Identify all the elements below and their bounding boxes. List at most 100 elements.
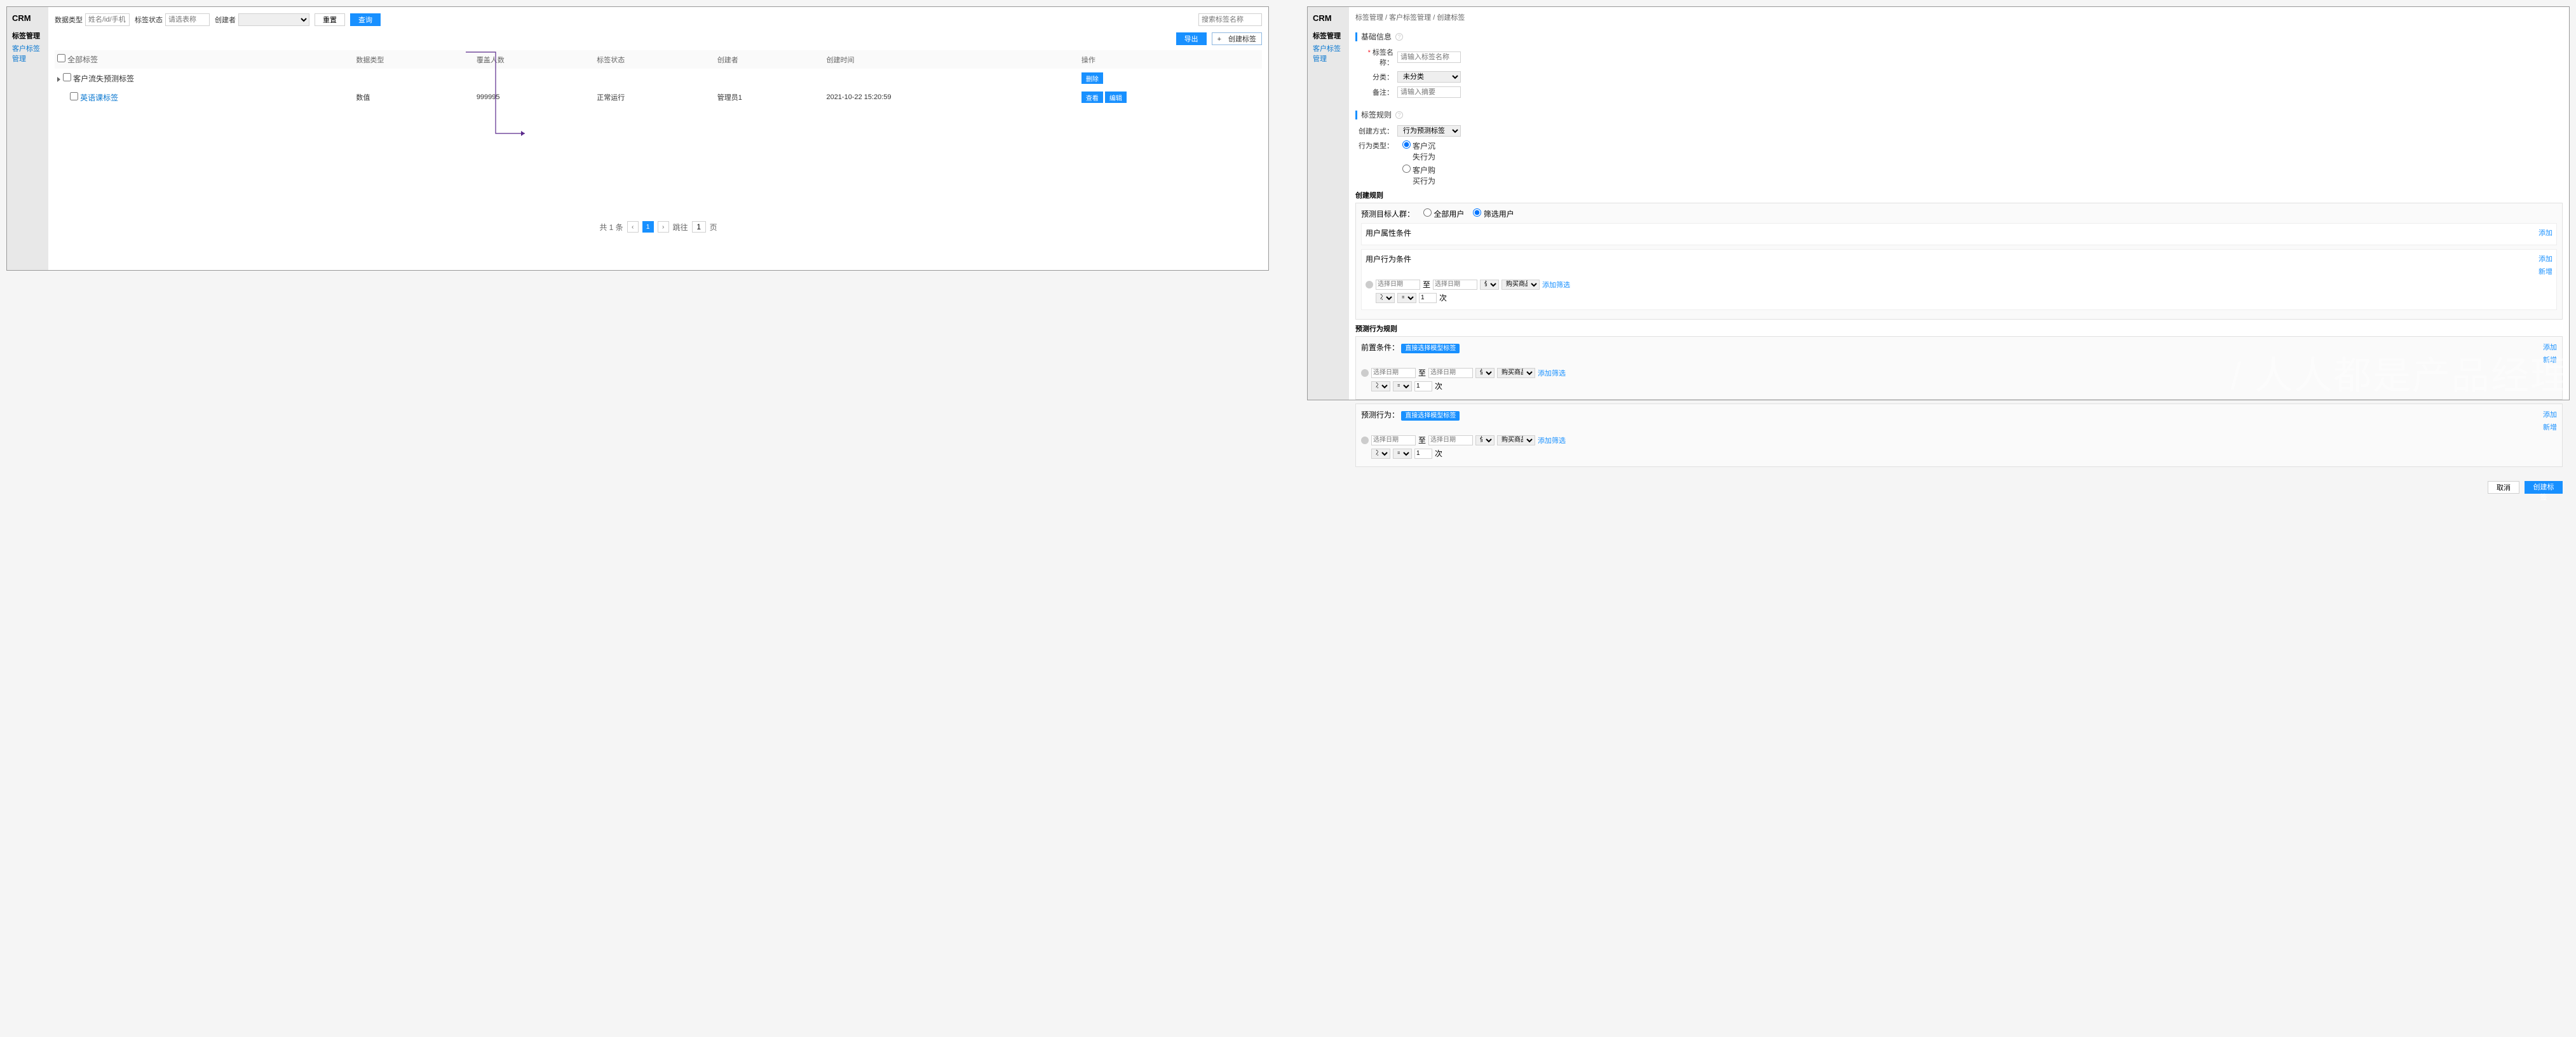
row-checkbox[interactable] [63,73,71,81]
row-checkbox[interactable] [70,92,78,100]
delete-button[interactable]: 删除 [1081,72,1103,84]
target-rule-box: 预测目标人群： 全部用户 筛选用户 用户属性条件 添加 用户行为条件 添加 [1355,203,2563,320]
basic-section-title: 基础信息 [1361,31,1392,42]
count-row: 次数 = 次 [1366,292,2552,303]
tag-status-input[interactable] [165,13,210,26]
col-data-type: 数据类型 [353,50,473,69]
cancel-button[interactable]: 取消 [2488,481,2519,494]
count-row: 次数 = 次 [1361,381,2557,391]
add-precond-link[interactable]: 添加 [2543,342,2557,352]
model-tag-badge[interactable]: 直接选择模型标签 [1401,411,1460,421]
date-to-input[interactable] [1428,435,1473,445]
action-select[interactable]: 购买商品 [1502,280,1540,290]
behavior-radio-lose[interactable]: 客户沉失行为 [1397,140,1435,162]
export-button[interactable]: 导出 [1176,32,1207,45]
create-mode-select[interactable]: 行为预测标签 [1397,125,1461,137]
add-filter-link[interactable]: 添加筛选 [1538,368,1566,378]
action-select[interactable]: 购买商品 [1497,368,1535,378]
add-filter-link[interactable]: 添加筛选 [1542,280,1570,290]
user-behavior-box: 用户行为条件 添加 新增 至 做过 购买商品 添加筛选 [1361,249,2557,310]
data-type-label: 数据类型 [55,15,83,25]
next-page-button[interactable]: › [658,221,669,233]
filter-bar: 数据类型 标签状态 创建者 重置 查询 [48,7,1268,32]
count-value-input[interactable] [1419,293,1437,303]
form-footer: 取消 创建标签 [1349,475,2569,500]
total-text: 共 1 条 [599,222,623,233]
count-value-input[interactable] [1414,381,1432,391]
remark-label: 备注： [1355,87,1393,97]
view-button[interactable]: 查看 [1081,92,1103,103]
count-suffix: 次 [1439,292,1447,303]
add-predict-link[interactable]: 添加 [2543,409,2557,419]
edit-button[interactable]: 编辑 [1105,92,1127,103]
date-to-input[interactable] [1428,368,1473,378]
target-label: 预测目标人群： [1361,208,1414,219]
category-label: 分类： [1355,72,1393,82]
date-from-input[interactable] [1371,368,1416,378]
count-type-select[interactable]: 次数 [1371,449,1390,459]
tag-list-window: CRM 标签管理 客户标签管理 数据类型 标签状态 创建者 重置 查询 导 [6,6,1269,271]
tag-name-input[interactable] [1397,51,1461,63]
date-from-input[interactable] [1371,435,1416,445]
expand-caret-icon[interactable] [57,77,60,82]
select-all-checkbox[interactable] [57,54,65,62]
jump-page-input[interactable] [692,221,706,233]
brand: CRM [12,13,43,23]
did-select[interactable]: 做过 [1475,368,1495,378]
remark-input[interactable] [1397,86,1461,98]
precondition-box: 前置条件： 直接选择模型标签 添加 新增 至 做过 购买商品 添加筛选 [1355,336,2563,400]
count-op-select[interactable]: = [1393,381,1412,391]
count-op-select[interactable]: = [1393,449,1412,459]
did-select[interactable]: 做过 [1475,435,1495,445]
category-select[interactable]: 未分类 [1397,71,1461,83]
section-bar-icon [1355,32,1357,41]
action-select[interactable]: 购买商品 [1497,435,1535,445]
jump-label: 跳往 [673,222,688,233]
search-input[interactable] [1198,13,1262,26]
count-value-input[interactable] [1414,449,1432,459]
add-filter-link[interactable]: 添加筛选 [1538,435,1566,445]
help-icon[interactable]: ? [1395,111,1403,119]
query-button[interactable]: 查询 [350,13,381,26]
precond-condition-row: 至 做过 购买商品 添加筛选 [1361,367,2557,378]
section-bar-icon [1355,111,1357,119]
target-radio-filter[interactable]: 筛选用户 [1473,208,1514,219]
target-radio-all[interactable]: 全部用户 [1423,208,1464,219]
new-precond-link[interactable]: 新增 [2543,355,2557,365]
table-child-row: 英语课标签 数值 999995 正常运行 管理员1 2021-10-22 15:… [55,88,1262,107]
create-tag-button[interactable]: + 创建标签 [1212,32,1262,45]
count-type-select[interactable]: 次数 [1371,381,1390,391]
help-icon[interactable]: ? [1395,33,1403,41]
new-predict-link[interactable]: 新增 [2543,422,2557,432]
col-actions: 操作 [1079,50,1262,69]
table-parent-row[interactable]: 客户流失预测标签 删除 [55,69,1262,88]
date-to-input[interactable] [1433,280,1477,290]
rules-section-title: 标签规则 [1361,109,1392,120]
page-1-button[interactable]: 1 [642,221,654,233]
add-attr-link[interactable]: 添加 [2539,227,2552,238]
behavior-type-label: 行为类型： [1355,140,1393,151]
confirm-create-button[interactable]: 创建标签 [2525,481,2563,494]
creator-select[interactable] [238,13,309,26]
sidebar-item-customer-tags[interactable]: 客户标签管理 [12,43,43,64]
count-type-select[interactable]: 次数 [1376,293,1395,303]
count-op-select[interactable]: = [1397,293,1416,303]
user-behavior-title: 用户行为条件 [1366,254,1411,276]
did-select[interactable]: 做过 [1480,280,1499,290]
predict-behavior-label: 预测行为： [1361,410,1399,419]
behavior-radio-buy[interactable]: 客户购买行为 [1397,165,1435,186]
create-form-panel: 标签管理 / 客户标签管理 / 创建标签 基础信息 ? 标签名称： 分类： 未分… [1349,7,2569,400]
date-from-input[interactable] [1376,280,1420,290]
new-behavior-link[interactable]: 新增 [2539,266,2552,276]
condition-bullet-icon [1366,281,1373,288]
tag-table: 全部标签 数据类型 覆盖人数 标签状态 创建者 创建时间 操作 客户流失预测标签… [55,50,1262,107]
tag-name-link[interactable]: 英语课标签 [80,93,118,102]
col-created: 创建时间 [824,50,1078,69]
model-tag-badge[interactable]: 直接选择模型标签 [1401,344,1460,353]
data-type-input[interactable] [85,13,130,26]
prev-page-button[interactable]: ‹ [627,221,639,233]
count-suffix: 次 [1435,381,1442,391]
add-behavior-link[interactable]: 添加 [2539,254,2552,264]
reset-button[interactable]: 重置 [315,13,345,26]
sidebar-item-customer-tags[interactable]: 客户标签管理 [1313,43,1344,64]
